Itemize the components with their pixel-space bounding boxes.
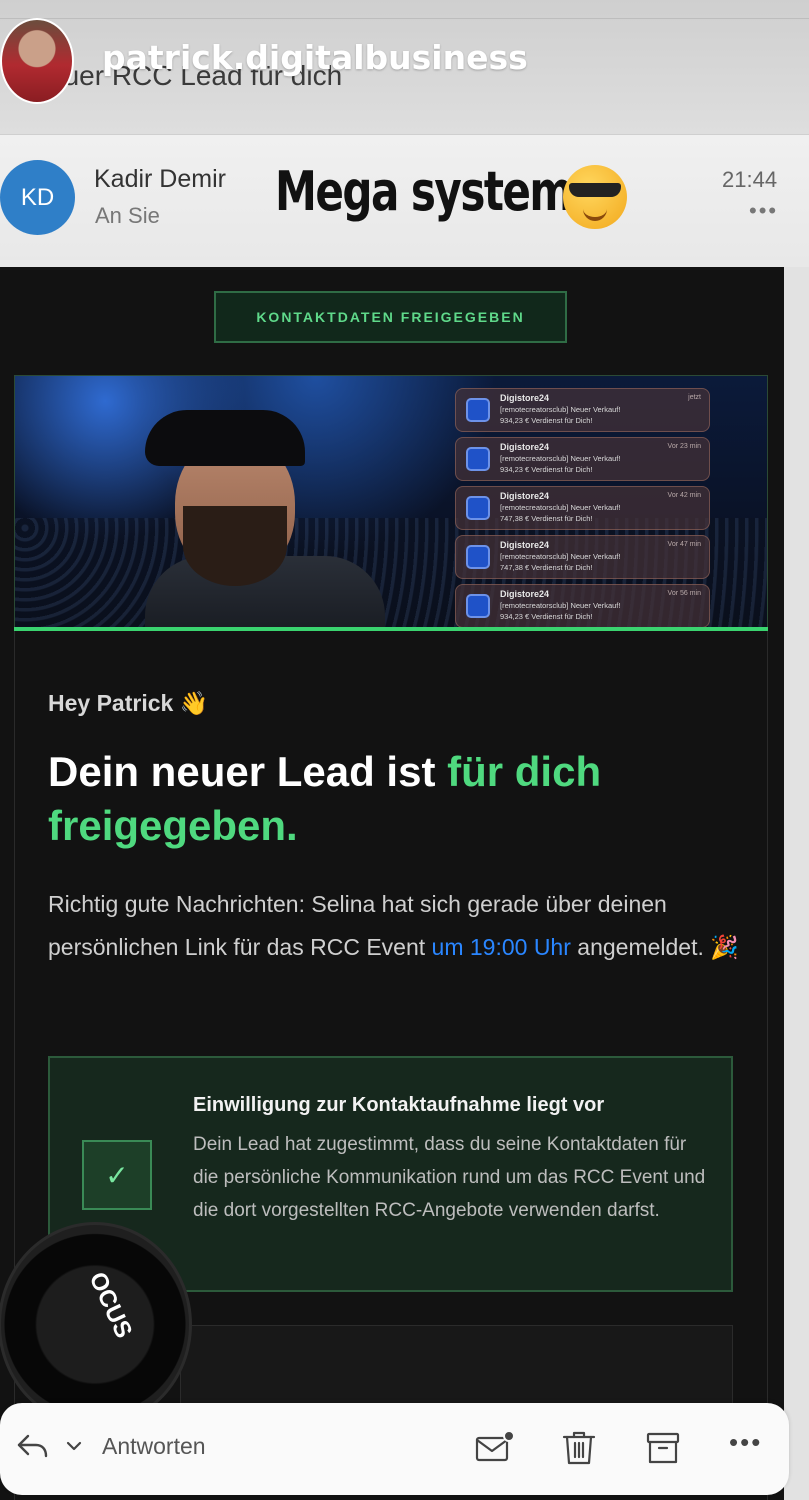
- body-text-end: angemeldet. 🎉: [570, 934, 739, 960]
- mail-more-button[interactable]: •••: [749, 198, 778, 224]
- notification-item: Digistore24 jetzt [remotecreatorsclub] N…: [455, 388, 710, 432]
- trash-icon[interactable]: [559, 1428, 599, 1468]
- sender-name[interactable]: Kadir Demir: [94, 165, 226, 194]
- notification-time: Vor 23 min: [667, 443, 701, 450]
- sticker-text: Mega system: [275, 160, 573, 223]
- headline: Dein neuer Lead ist für dich freigegeben…: [48, 745, 738, 853]
- digistore-icon: [466, 545, 490, 569]
- notification-item: Digistore24 Vor 56 min [remotecreatorscl…: [455, 584, 710, 628]
- notification-item: Digistore24 Vor 47 min [remotecreatorscl…: [455, 535, 710, 579]
- digistore-icon: [466, 496, 490, 520]
- person-beard: [183, 506, 287, 586]
- notification-time: Vor 47 min: [667, 541, 701, 548]
- notification-title: Digistore24: [500, 442, 550, 452]
- notification-line: [remotecreatorsclub] Neuer Verkauf!: [500, 552, 621, 561]
- notification-line: 747,38 € Verdienst für Dich!: [500, 563, 593, 572]
- notification-line: 934,23 € Verdienst für Dich!: [500, 612, 593, 621]
- mark-unread-icon[interactable]: [474, 1428, 514, 1468]
- sunglasses-emoji-icon: [563, 165, 627, 229]
- notification-title: Digistore24: [500, 589, 550, 599]
- notification-time: Vor 56 min: [667, 590, 701, 597]
- digistore-icon: [466, 594, 490, 618]
- notification-time: Vor 42 min: [667, 492, 701, 499]
- scroll-rail: [784, 267, 809, 1500]
- notification-stack: Digistore24 jetzt [remotecreatorsclub] N…: [455, 388, 710, 633]
- hero-person: [145, 396, 385, 628]
- notification-title: Digistore24: [500, 540, 550, 550]
- story-username[interactable]: patrick.digitalbusiness: [102, 38, 528, 77]
- notification-item: Digistore24 Vor 23 min [remotecreatorscl…: [455, 437, 710, 481]
- notification-line: [remotecreatorsclub] Neuer Verkauf!: [500, 405, 621, 414]
- digistore-icon: [466, 398, 490, 422]
- digistore-icon: [466, 447, 490, 471]
- body-paragraph: Richtig gute Nachrichten: Selina hat sic…: [48, 883, 748, 969]
- greeting: Hey Patrick 👋: [48, 690, 209, 716]
- notification-item: Digistore24 Vor 42 min [remotecreatorscl…: [455, 486, 710, 530]
- notification-line: [remotecreatorsclub] Neuer Verkauf!: [500, 503, 621, 512]
- archive-icon[interactable]: [643, 1428, 683, 1468]
- checkmark-icon: ✓: [82, 1140, 152, 1210]
- status-badge: KONTAKTDATEN FREIGEGEBEN: [214, 291, 567, 343]
- notification-line: [remotecreatorsclub] Neuer Verkauf!: [500, 454, 621, 463]
- focus-record-widget[interactable]: [0, 1222, 192, 1427]
- recipient-label[interactable]: An Sie: [95, 203, 160, 229]
- headline-text: Dein neuer Lead ist: [48, 748, 448, 795]
- notification-time: jetzt: [688, 394, 701, 401]
- notification-line: 747,38 € Verdienst für Dich!: [500, 514, 593, 523]
- reply-icon[interactable]: [14, 1428, 50, 1464]
- event-time-link[interactable]: um 19:00 Uhr: [432, 934, 571, 960]
- reply-button-label[interactable]: Antworten: [102, 1433, 206, 1460]
- person-cap: [145, 410, 305, 466]
- chevron-down-icon[interactable]: [64, 1436, 84, 1456]
- notification-line: [remotecreatorsclub] Neuer Verkauf!: [500, 601, 621, 610]
- notification-title: Digistore24: [500, 393, 550, 403]
- sender-avatar[interactable]: KD: [0, 160, 75, 235]
- notification-line: 934,23 € Verdienst für Dich!: [500, 465, 593, 474]
- notification-title: Digistore24: [500, 491, 550, 501]
- divider: [0, 18, 809, 19]
- more-icon[interactable]: •••: [729, 1427, 762, 1458]
- story-avatar[interactable]: [0, 18, 74, 104]
- notification-line: 934,23 € Verdienst für Dich!: [500, 416, 593, 425]
- consent-title: Einwilligung zur Kontaktaufnahme liegt v…: [193, 1094, 605, 1116]
- consent-text: Dein Lead hat zugestimmt, dass du seine …: [193, 1134, 706, 1221]
- mail-time: 21:44: [722, 167, 778, 192]
